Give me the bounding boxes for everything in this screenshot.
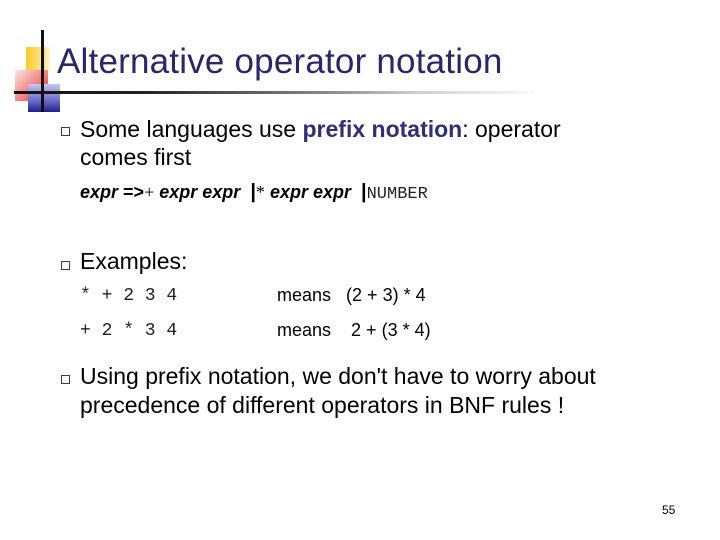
bullet-1-line-1: Some languages use prefix notation: oper… <box>80 114 561 144</box>
bullet-1-line-2: comes first <box>80 144 192 170</box>
grammar-star: * <box>255 182 265 202</box>
example-2-means-label: means <box>277 320 332 340</box>
slide-title: Alternative operator notation <box>57 42 503 81</box>
grammar-lhs: expr <box>80 182 119 202</box>
example-2-meaning: means 2 + (3 * 4) <box>277 320 431 341</box>
grammar-plus: + <box>144 182 155 202</box>
grammar-rule: expr =>+ expr expr |* expr expr |NUMBER <box>80 181 428 204</box>
vertical-rule <box>41 30 44 112</box>
blue-square-decoration <box>28 84 60 112</box>
title-underline <box>14 91 534 94</box>
grammar-arrow: => <box>123 182 145 202</box>
grammar-alt2: expr expr <box>269 182 351 202</box>
example-2-expression: 2 + (3 * 4) <box>346 320 431 340</box>
bullet-square-icon <box>61 127 70 136</box>
bullet-3-line-1: Using prefix notation, we don't have to … <box>80 363 596 389</box>
example-1-means-label: means <box>277 285 332 305</box>
bullet-1-text-post: : operator <box>462 116 561 142</box>
page-number: 55 <box>662 503 676 517</box>
grammar-number: NUMBER <box>366 185 428 204</box>
grammar-alt1: expr expr <box>159 182 241 202</box>
bullet-1-highlight: prefix notation <box>302 116 463 142</box>
example-1-code: * + 2 3 4 <box>80 286 178 306</box>
example-1-meaning: means (2 + 3) * 4 <box>277 285 426 306</box>
example-1-expression: (2 + 3) * 4 <box>346 285 426 305</box>
bullet-2-line-1: Examples: <box>80 248 188 274</box>
yellow-square-decoration <box>26 47 50 71</box>
bullet-square-icon <box>61 375 70 384</box>
bullet-3-line-2: precedence of different operators in BNF… <box>80 392 565 418</box>
example-2-code: + 2 * 3 4 <box>80 321 178 341</box>
bullet-square-icon <box>61 261 70 270</box>
bullet-1-text-pre: Some languages use <box>80 116 303 142</box>
